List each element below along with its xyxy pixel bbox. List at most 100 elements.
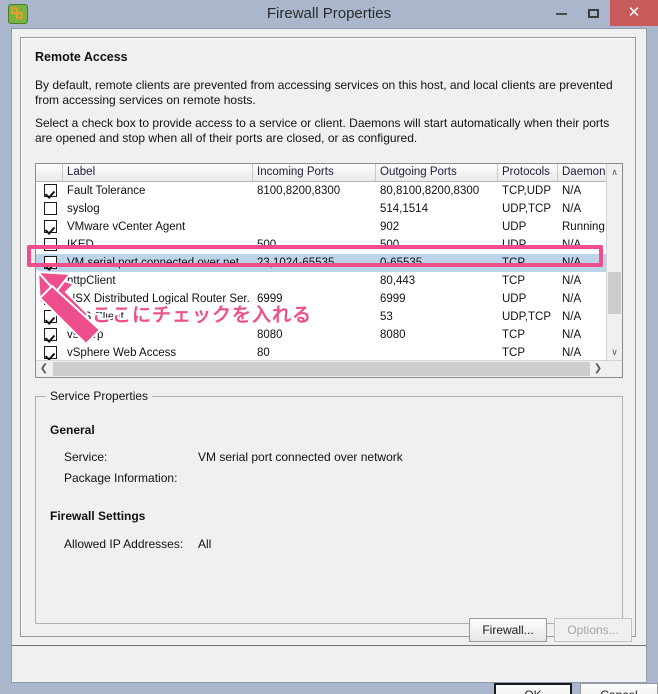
cell-outgoing: 6999	[380, 293, 406, 305]
service-properties-legend: Service Properties	[46, 389, 153, 403]
ok-button[interactable]: OK	[494, 683, 572, 694]
description-paragraph-1: By default, remote clients are prevented…	[35, 78, 613, 107]
cell-label: Fault Tolerance	[67, 185, 146, 197]
row-checkbox[interactable]	[44, 346, 57, 359]
footer-divider	[12, 645, 646, 646]
cell-outgoing: 53	[380, 311, 393, 323]
screenshot-root: Firewall Properties ✕ Remote Access By d…	[0, 0, 658, 694]
scroll-up-icon[interactable]: ∧	[607, 164, 622, 180]
table-body: Fault Tolerance 8100,8200,8300 80,8100,820…	[36, 182, 622, 360]
service-value: VM serial port connected over network	[198, 450, 403, 464]
row-checkbox[interactable]	[44, 328, 57, 341]
table-header-row: Label Incoming Ports Outgoing Ports Prot…	[36, 164, 622, 182]
scroll-right-icon[interactable]: ❯	[590, 361, 606, 377]
cell-protocols: UDP,TCP	[502, 311, 551, 323]
table-row[interactable]: Fault Tolerance 8100,8200,8300 80,8100,820…	[36, 182, 622, 200]
cell-daemon: N/A	[562, 257, 582, 269]
scroll-down-icon[interactable]: ∨	[607, 344, 622, 360]
annotation-text: ここにチェックを入れる	[92, 305, 313, 326]
cell-protocols: TCP,UDP	[502, 185, 551, 197]
cell-label: IKED	[67, 239, 94, 251]
cell-incoming: 500	[257, 239, 277, 251]
close-button[interactable]: ✕	[610, 0, 658, 26]
cell-outgoing: 500	[380, 239, 400, 251]
maximize-icon	[587, 9, 599, 19]
minimize-button[interactable]	[546, 0, 576, 26]
window-titlebar: Firewall Properties ✕	[0, 0, 658, 28]
cell-protocols: TCP	[502, 347, 525, 359]
cell-label: vSphere Web Access	[67, 347, 177, 359]
cell-incoming	[257, 200, 374, 218]
cell-label: VM serial port connected over net...	[67, 257, 249, 269]
cell-protocols: TCP	[502, 275, 525, 287]
services-table[interactable]: Label Incoming Ports Outgoing Ports Prot…	[35, 163, 623, 378]
firewall-settings-heading: Firewall Settings	[50, 509, 146, 523]
row-checkbox[interactable]	[44, 256, 57, 269]
table-row[interactable]: vsanvp 8080 8080 TCP N/A	[36, 326, 622, 344]
table-row[interactable]: VMware vCenter Agent 902 UDP Running	[36, 218, 622, 236]
cell-protocols: UDP,TCP	[502, 203, 551, 215]
cell-daemon: N/A	[562, 239, 582, 251]
row-checkbox[interactable]	[44, 292, 57, 305]
column-header-protocols[interactable]: Protocols	[498, 164, 558, 181]
cell-outgoing: 8080	[380, 329, 406, 341]
row-checkbox[interactable]	[44, 310, 57, 323]
horizontal-scrollbar-thumb[interactable]	[53, 362, 590, 376]
table-row[interactable]: IKED 500 500 UDP N/A	[36, 236, 622, 254]
column-header-daemon[interactable]: Daemon	[558, 164, 607, 181]
cell-label: httpClient	[67, 275, 116, 287]
scroll-left-icon[interactable]: ❮	[36, 361, 52, 377]
column-header-checkbox[interactable]	[36, 164, 63, 181]
description-paragraph-2: Select a check box to provide access to …	[35, 116, 610, 145]
cell-outgoing: 80,8100,8200,8300	[380, 185, 480, 197]
table-row[interactable]: vSphere Web Access 80 TCP N/A	[36, 344, 622, 360]
cell-daemon: Running	[562, 221, 605, 233]
cell-protocols: TCP	[502, 329, 525, 341]
allowed-ip-addresses-value: All	[198, 537, 212, 551]
cell-outgoing: 80,443	[380, 275, 416, 287]
cell-protocols: UDP	[502, 239, 527, 251]
table-row[interactable]: VM serial port connected over net... 23,1…	[36, 254, 622, 272]
vertical-scrollbar-thumb[interactable]	[608, 272, 621, 314]
cell-outgoing: 902	[380, 221, 400, 233]
cell-protocols: UDP	[502, 293, 527, 305]
cell-label: VMware vCenter Agent	[67, 221, 186, 233]
cell-label: vsanvp	[67, 329, 104, 341]
row-checkbox[interactable]	[44, 202, 57, 215]
allowed-ip-addresses-label: Allowed IP Addresses:	[64, 537, 184, 551]
cell-incoming	[257, 272, 374, 290]
cell-outgoing	[380, 344, 496, 360]
service-label: Service:	[64, 450, 108, 464]
row-checkbox[interactable]	[44, 274, 57, 287]
cell-daemon: N/A	[562, 185, 582, 197]
cell-daemon: N/A	[562, 203, 582, 215]
options-button: Options...	[554, 618, 632, 642]
firewall-button[interactable]: Firewall...	[469, 618, 547, 642]
service-properties-group: Service Properties General Service: VM s…	[35, 389, 623, 624]
column-header-label[interactable]: Label	[63, 164, 253, 181]
row-checkbox[interactable]	[44, 220, 57, 233]
remote-access-panel: Remote Access By default, remote clients…	[20, 37, 636, 642]
cancel-button[interactable]: Cancel	[580, 683, 658, 694]
column-header-outgoing-ports[interactable]: Outgoing Ports	[376, 164, 498, 181]
scrollbar-corner	[606, 361, 622, 377]
column-header-incoming-ports[interactable]: Incoming Ports	[253, 164, 376, 181]
row-checkbox[interactable]	[44, 238, 57, 251]
table-row[interactable]: syslog 514,1514 UDP,TCP N/A	[36, 200, 622, 218]
table-horizontal-scrollbar[interactable]: ❮ ❯	[36, 360, 622, 377]
cell-daemon: N/A	[562, 311, 582, 323]
cell-outgoing: 514,1514	[380, 203, 428, 215]
minimize-icon	[555, 12, 567, 15]
cell-protocols: UDP	[502, 221, 527, 233]
cell-incoming	[257, 218, 374, 236]
row-checkbox[interactable]	[44, 184, 57, 197]
cell-incoming: 80	[257, 347, 270, 359]
maximize-button[interactable]	[578, 0, 608, 26]
cell-protocols: TCP	[502, 257, 525, 269]
cell-incoming: 8100,8200,8300	[257, 185, 341, 197]
firewall-properties-dialog: Remote Access By default, remote clients…	[11, 28, 658, 694]
table-row[interactable]: httpClient 80,443 TCP N/A	[36, 272, 622, 290]
table-vertical-scrollbar[interactable]: ∧ ∨	[606, 164, 622, 360]
package-information-label: Package Information:	[64, 471, 178, 485]
cell-label: syslog	[67, 203, 100, 215]
